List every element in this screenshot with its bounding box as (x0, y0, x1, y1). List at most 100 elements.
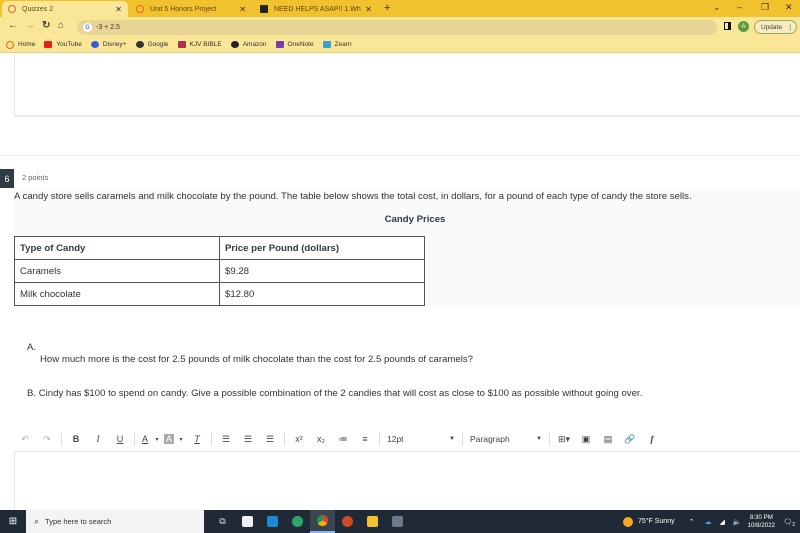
close-icon[interactable]: ✕ (239, 5, 246, 14)
update-label: Update (761, 23, 782, 31)
zearn-icon (322, 41, 331, 48)
superscript-icon[interactable]: x² (288, 434, 310, 444)
tab-brainly[interactable]: NEED HELPS ASAP!! 1.What type ✕ (254, 1, 378, 17)
notifications-icon[interactable]: 🗨 2 (783, 518, 795, 528)
file-explorer-icon[interactable] (360, 510, 385, 533)
weather-text[interactable]: 75°F Sunny (638, 518, 675, 525)
chevron-down-icon: ▼ (449, 436, 455, 442)
bullet-list-icon[interactable]: ≔ (332, 434, 354, 445)
underline-icon[interactable]: U (109, 434, 131, 444)
bookmark-kjv-bible[interactable]: KJV BIBLE (177, 41, 222, 48)
store-icon[interactable] (235, 510, 260, 533)
previous-answer-box[interactable] (14, 53, 800, 117)
profile-avatar[interactable]: A (738, 21, 749, 32)
task-view-icon[interactable]: ⧉ (210, 510, 235, 533)
bookmark-label: YouTube (56, 41, 82, 48)
update-button[interactable]: Update ⋮ (754, 20, 797, 34)
new-tab-button[interactable]: + (384, 2, 390, 14)
bookmark-zearn[interactable]: Zearn (322, 41, 352, 48)
redo-icon[interactable]: ↷ (36, 434, 58, 445)
bookmark-label: OneNote (287, 41, 314, 48)
bookmark-disney[interactable]: Disney+ (90, 41, 127, 48)
home-icon[interactable]: ⌂ (58, 20, 64, 31)
volume-icon[interactable]: 🔈 (733, 518, 742, 526)
reload-icon[interactable]: ↻ (42, 20, 50, 31)
align-left-icon[interactable]: ☰ (215, 434, 237, 445)
block-format-select[interactable]: Paragraph ▼ (466, 434, 546, 444)
italic-icon[interactable]: I (87, 434, 109, 444)
clear-formatting-icon[interactable]: T (186, 434, 208, 444)
menu-icon: ⋮ (786, 24, 794, 31)
google-icon: G (83, 23, 92, 32)
tab-label: Unit 5 Honors Project (150, 5, 217, 13)
powerpoint-icon[interactable] (335, 510, 360, 533)
close-icon[interactable]: ✕ (115, 5, 122, 14)
restore-icon[interactable]: ❐ (761, 2, 769, 13)
bookmark-onenote[interactable]: OneNote (275, 41, 314, 48)
question-divider (0, 155, 800, 156)
link-icon[interactable]: 🔗 (619, 434, 641, 445)
media-icon[interactable]: ▤ (597, 434, 619, 445)
column-header: Price per Pound (dollars) (219, 236, 425, 260)
quiz-page: 6 2 points A candy store sells caramels … (0, 53, 800, 511)
tab-search-icon[interactable]: ⌄ (713, 2, 721, 13)
background-color-icon[interactable]: A (163, 434, 174, 444)
answer-editor[interactable] (14, 451, 800, 511)
tab-quizzes[interactable]: Quizzes 2 ✕ (2, 1, 128, 17)
text-color-icon[interactable]: A (138, 434, 152, 444)
equation-icon[interactable]: f (641, 434, 663, 444)
table-icon[interactable]: ⊞▾ (553, 434, 575, 445)
table-cell: $9.28 (219, 259, 425, 283)
undo-icon[interactable]: ↶ (14, 434, 36, 445)
bold-icon[interactable]: B (65, 434, 87, 444)
edge-icon[interactable] (285, 510, 310, 533)
candy-prices-table: Type of Candy Price per Pound (dollars) … (14, 236, 425, 306)
bookmark-google[interactable]: Google (135, 41, 169, 48)
bible-icon (177, 41, 186, 48)
chevron-down-icon[interactable]: ▾ (152, 436, 162, 443)
subscript-icon[interactable]: x₂ (310, 434, 332, 444)
bookmark-label: Amazon (242, 41, 267, 48)
align-center-icon[interactable]: ☰ (237, 434, 259, 445)
bookmark-home[interactable]: Home (6, 40, 35, 49)
font-size-value: 12pt (387, 434, 404, 444)
rich-text-toolbar: ↶ ↷ B I U A ▾ A ▾ T ☰ ☰ ☰ x² x₂ ≔ ≡ 12pt… (14, 429, 800, 449)
taskbar-search[interactable]: ⌕ Type here to search (26, 510, 204, 533)
window-close-icon[interactable]: ✕ (785, 2, 793, 13)
bookmark-youtube[interactable]: YouTube (44, 41, 82, 48)
google-icon (135, 41, 144, 48)
font-size-select[interactable]: 12pt ▼ (383, 434, 459, 444)
network-icon[interactable]: ◢ (719, 518, 724, 526)
back-icon[interactable]: ← (8, 20, 18, 31)
bookmarks-bar: Home YouTube Disney+ Google KJV BIBLE Am… (0, 37, 800, 53)
toolbar-separator (211, 432, 212, 446)
chevron-up-icon[interactable]: ⌃ (689, 518, 695, 526)
align-right-icon[interactable]: ☰ (259, 434, 281, 445)
youtube-icon (44, 41, 53, 48)
bookmark-amazon[interactable]: Amazon (230, 41, 267, 48)
bookmark-label: Disney+ (102, 41, 127, 48)
clock[interactable]: 8:30 PM 10/8/2022 (748, 514, 776, 530)
toolbar-separator (284, 432, 285, 446)
side-panel-icon[interactable] (724, 22, 731, 30)
bookmark-label: Zearn (334, 41, 352, 48)
calculator-icon[interactable] (385, 510, 410, 533)
minimize-icon[interactable]: – (737, 2, 742, 12)
tab-unit5[interactable]: Unit 5 Honors Project ✕ (130, 1, 252, 17)
forward-icon[interactable]: → (25, 20, 35, 31)
bookmark-label: KJV BIBLE (189, 41, 222, 48)
chrome-icon[interactable] (310, 510, 335, 533)
canvas-icon (6, 40, 14, 49)
bookmark-label: Google (147, 41, 169, 48)
windows-start-icon[interactable]: ⊞ (0, 510, 26, 533)
question-intro: A candy store sells caramels and milk ch… (14, 191, 692, 202)
onedrive-icon[interactable]: ☁ (704, 518, 711, 526)
notification-count: 2 (792, 521, 795, 528)
close-icon[interactable]: ✕ (365, 5, 372, 14)
mail-icon[interactable] (260, 510, 285, 533)
image-icon[interactable]: ▣ (575, 434, 597, 445)
address-bar[interactable]: G -3 + 2.5 (77, 20, 717, 35)
chevron-down-icon[interactable]: ▾ (176, 436, 186, 443)
amazon-icon (230, 41, 239, 48)
numbered-list-icon[interactable]: ≡ (354, 434, 376, 444)
